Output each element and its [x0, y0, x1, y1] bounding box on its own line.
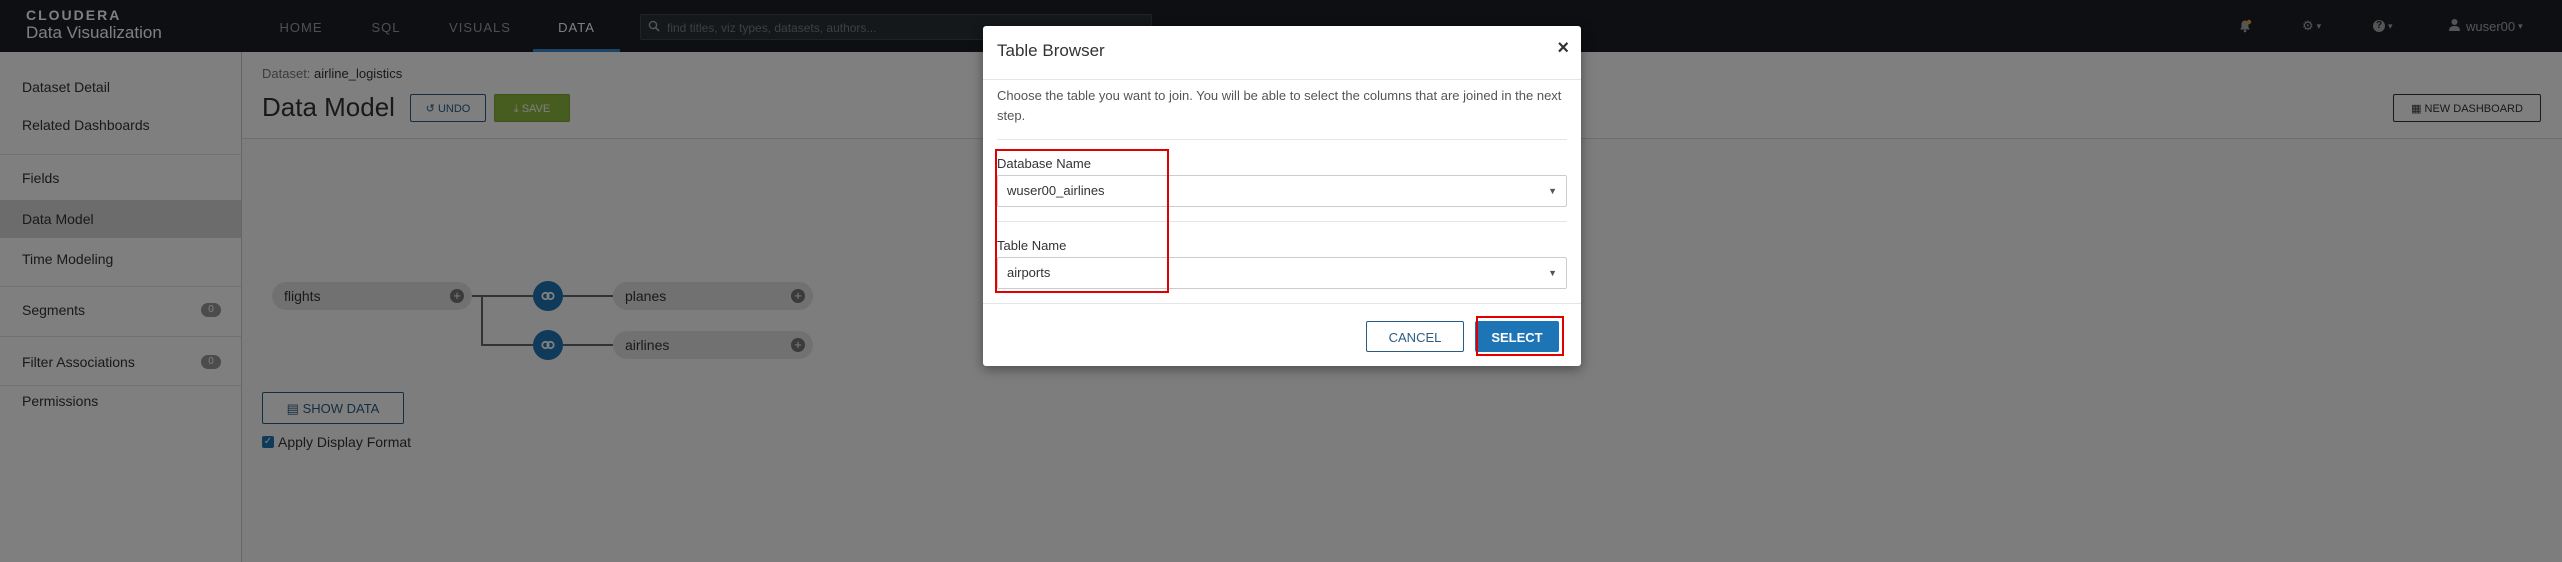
close-icon[interactable]: ×: [1557, 38, 1569, 58]
modal-divider: [983, 79, 1581, 80]
table-browser-modal: Table Browser × Choose the table you wan…: [983, 26, 1581, 366]
modal-divider: [983, 303, 1581, 304]
chevron-down-icon: ▼: [1548, 186, 1557, 196]
cancel-button[interactable]: CANCEL: [1366, 321, 1464, 352]
highlight-box: [1476, 316, 1564, 356]
modal-divider: [997, 139, 1567, 140]
modal-description: Choose the table you want to join. You w…: [997, 88, 1562, 123]
chevron-down-icon: ▼: [1548, 268, 1557, 278]
highlight-box: [995, 149, 1169, 293]
modal-title: Table Browser: [997, 41, 1105, 60]
